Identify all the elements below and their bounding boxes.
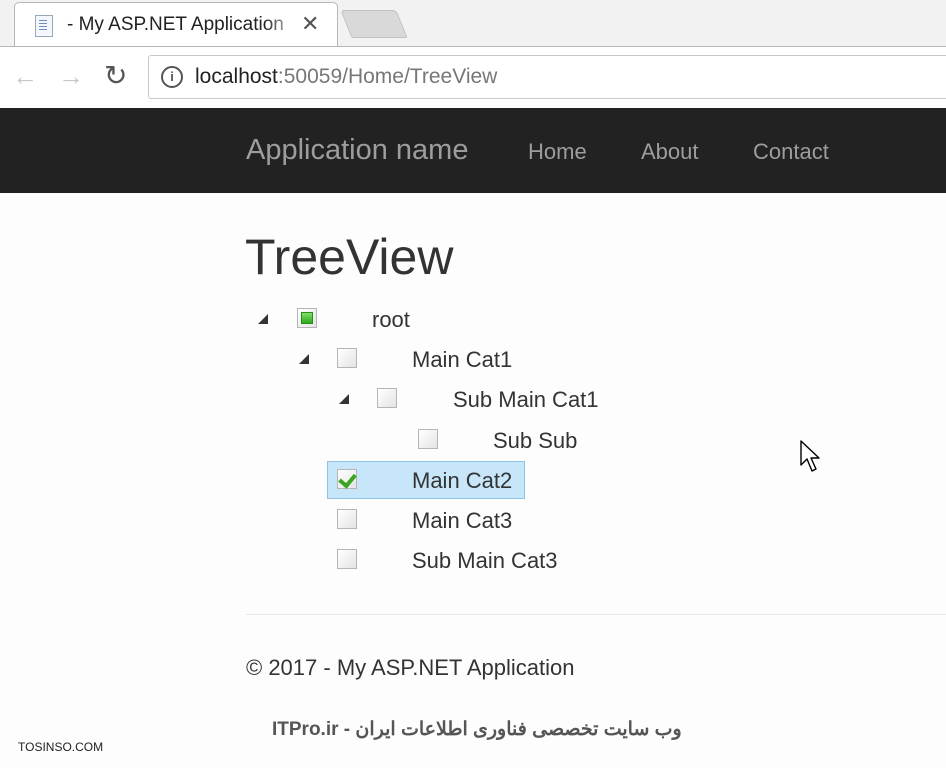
tree-checkbox[interactable]	[337, 549, 357, 569]
tree-node-sub-main-cat1[interactable]: Sub Main Cat1	[336, 382, 626, 418]
itpro-watermark: ITPro.ir - وب سایت تخصصی فناوری اطلاعات …	[272, 719, 682, 740]
tab-title: - My ASP.NET Application	[67, 14, 284, 35]
tree-node-label[interactable]: Main Cat1	[412, 347, 512, 373]
page-document-icon	[35, 15, 53, 37]
footer-divider	[246, 614, 946, 615]
tree-node-main-cat1[interactable]: Main Cat1	[296, 342, 556, 378]
tree-checkbox[interactable]	[377, 388, 397, 408]
browser-tab-active[interactable]: - My ASP.NET Application ✕	[14, 2, 338, 47]
tree-node-label[interactable]: Sub Main Cat1	[453, 387, 599, 413]
address-url[interactable]: localhost:50059/Home/TreeView	[195, 65, 497, 89]
browser-tabstrip: - My ASP.NET Application ✕	[0, 0, 946, 47]
address-path: :50059/Home/TreeView	[277, 65, 498, 88]
tree-checkbox[interactable]	[337, 509, 357, 529]
expand-collapse-triangle-icon[interactable]	[339, 394, 349, 404]
tree-checkbox[interactable]	[337, 348, 357, 368]
site-info-icon[interactable]: i	[161, 66, 183, 88]
forward-arrow-icon[interactable]: →	[58, 61, 84, 91]
tree-node-main-cat3[interactable]: Main Cat3	[296, 503, 526, 539]
tosinso-watermark: TOSINSO.COM	[18, 740, 104, 754]
tree-node-label[interactable]: Sub Main Cat3	[412, 548, 558, 574]
expand-collapse-triangle-icon[interactable]	[299, 354, 309, 364]
tree-node-root[interactable]: root	[256, 302, 456, 338]
tree-node-label[interactable]: Sub Sub	[493, 428, 577, 454]
tree-node-label[interactable]: Main Cat2	[412, 468, 512, 494]
tree-checkbox-checked[interactable]	[337, 469, 357, 489]
brand-link[interactable]: Application name	[246, 134, 468, 167]
tree-node-label[interactable]: root	[372, 307, 410, 333]
site-navbar: Application name Home About Contact	[0, 108, 946, 193]
reload-icon[interactable]: ↻	[104, 61, 127, 91]
tree-checkbox[interactable]	[418, 429, 438, 449]
browser-toolbar: ← → ↻ i localhost:50059/Home/TreeView	[0, 46, 946, 110]
address-host: localhost	[195, 65, 278, 88]
tree-checkbox-partial[interactable]	[297, 308, 317, 328]
page-title: TreeView	[245, 229, 454, 285]
tree-node-main-cat2[interactable]: Main Cat2	[296, 463, 526, 499]
address-bar[interactable]: i localhost:50059/Home/TreeView	[148, 55, 946, 99]
close-tab-icon[interactable]: ✕	[301, 11, 319, 37]
mouse-pointer-icon	[800, 440, 820, 472]
tree-node-sub-sub[interactable]: Sub Sub	[376, 423, 606, 459]
tree-node-label[interactable]: Main Cat3	[412, 508, 512, 534]
back-arrow-icon[interactable]: ←	[12, 61, 38, 91]
nav-link-home[interactable]: Home	[528, 139, 587, 165]
nav-link-about[interactable]: About	[641, 139, 699, 165]
tab-title-fade	[265, 11, 301, 41]
tree-node-sub-main-cat3[interactable]: Sub Main Cat3	[296, 543, 586, 579]
nav-link-contact[interactable]: Contact	[753, 139, 829, 165]
new-tab-button[interactable]	[340, 10, 408, 38]
footer-copyright: © 2017 - My ASP.NET Application	[246, 655, 575, 680]
expand-collapse-triangle-icon[interactable]	[258, 314, 268, 324]
